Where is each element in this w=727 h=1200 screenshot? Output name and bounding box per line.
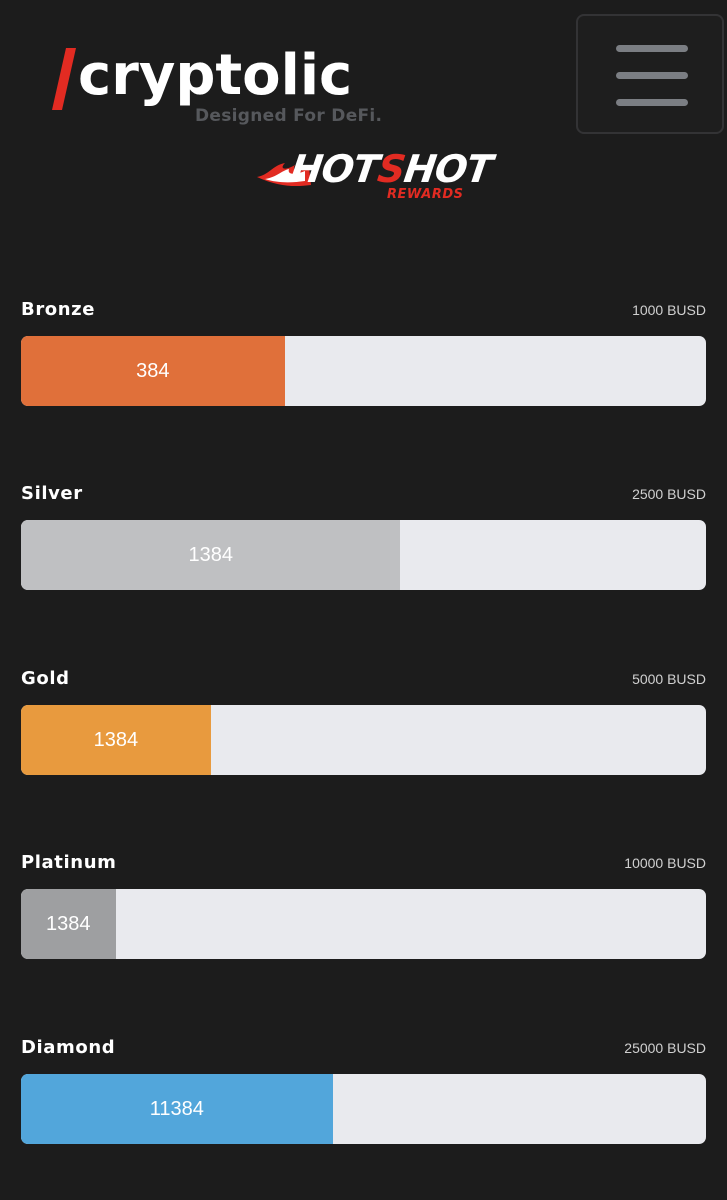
logo-slash-icon bbox=[52, 48, 76, 110]
progress-track: 384 bbox=[21, 336, 706, 406]
hamburger-menu-icon bbox=[616, 45, 688, 52]
progress-fill: 384 bbox=[21, 336, 285, 406]
progress-track: 11384 bbox=[21, 1074, 706, 1144]
progress-value: 1384 bbox=[46, 912, 91, 935]
tier-bronze: Bronze 1000 BUSD 384 bbox=[21, 298, 706, 418]
hotshot-title: HOTSHOT bbox=[288, 145, 495, 193]
tier-gold: Gold 5000 BUSD 1384 bbox=[21, 667, 706, 787]
tier-goal: 1000 BUSD bbox=[632, 302, 706, 318]
brand-name: cryptolic bbox=[78, 43, 353, 108]
hamburger-menu-icon-line-2 bbox=[616, 72, 688, 79]
progress-value: 11384 bbox=[149, 1097, 204, 1120]
tier-diamond: Diamond 25000 BUSD 11384 bbox=[21, 1036, 706, 1156]
progress-fill: 11384 bbox=[21, 1074, 333, 1144]
tier-goal: 10000 BUSD bbox=[624, 855, 706, 871]
tier-name: Gold bbox=[21, 668, 70, 689]
tier-name: Platinum bbox=[21, 852, 117, 873]
tier-goal: 5000 BUSD bbox=[632, 671, 706, 687]
tier-name: Diamond bbox=[21, 1037, 116, 1058]
progress-fill: 1384 bbox=[21, 705, 211, 775]
tier-name: Silver bbox=[21, 483, 83, 504]
tier-goal: 2500 BUSD bbox=[632, 486, 706, 502]
progress-track: 1384 bbox=[21, 889, 706, 959]
tier-platinum: Platinum 10000 BUSD 1384 bbox=[21, 851, 706, 971]
hotshot-title-part-2: HOT bbox=[401, 147, 495, 191]
brand-tagline: Designed For DeFi. bbox=[195, 106, 383, 126]
progress-fill: 1384 bbox=[21, 520, 401, 590]
hotshot-subtitle: REWARDS bbox=[387, 187, 464, 202]
tier-goal: 25000 BUSD bbox=[624, 1040, 706, 1056]
hotshot-title-part-1: HOT bbox=[287, 147, 382, 191]
hotshot-rewards-logo: HOTSHOT REWARDS bbox=[255, 145, 495, 207]
menu-button[interactable] bbox=[576, 14, 724, 134]
progress-fill: 1384 bbox=[21, 889, 116, 959]
progress-track: 1384 bbox=[21, 520, 706, 590]
progress-value: 1384 bbox=[188, 543, 233, 566]
progress-track: 1384 bbox=[21, 705, 706, 775]
tier-silver: Silver 2500 BUSD 1384 bbox=[21, 482, 706, 602]
tier-name: Bronze bbox=[21, 299, 96, 320]
progress-value: 384 bbox=[136, 359, 170, 382]
progress-value: 1384 bbox=[93, 728, 139, 751]
hamburger-menu-icon-line-3 bbox=[616, 99, 688, 106]
brand-logo[interactable]: cryptolic Designed For DeFi. bbox=[52, 40, 392, 135]
